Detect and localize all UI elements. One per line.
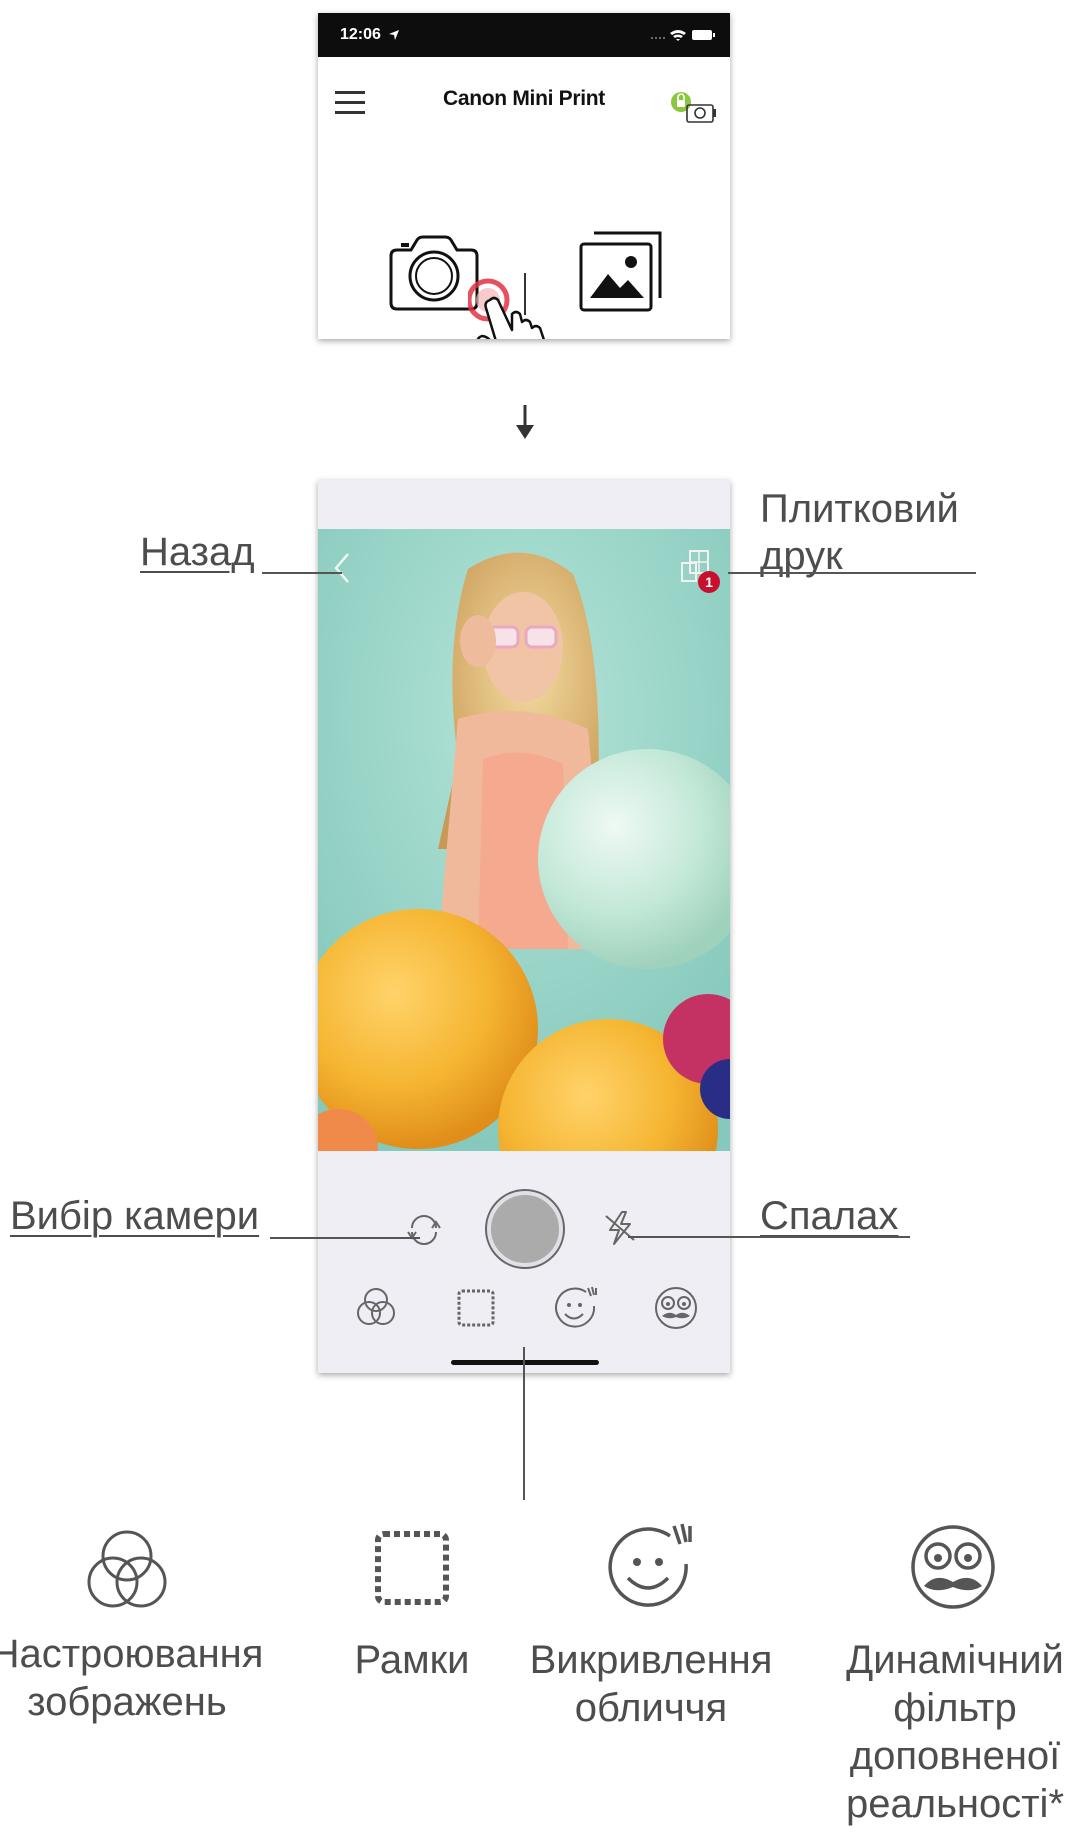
camera-preview: 1: [318, 529, 730, 1151]
home-screen: 12:06 Canon Mini Print: [318, 13, 730, 339]
location-arrow-icon: [389, 30, 399, 40]
photo-scene: [318, 529, 730, 1151]
app-title: Canon Mini Print: [442, 87, 606, 110]
flash-callout: Спалах: [760, 1194, 899, 1238]
flash-leader: [628, 1236, 910, 1238]
shutter-button[interactable]: [487, 1191, 563, 1267]
status-icons: [651, 30, 715, 41]
tile-count-badge: 1: [698, 571, 720, 593]
arrow-down-icon: [516, 405, 534, 439]
features-leader: [523, 1347, 525, 1500]
switch-camera-icon[interactable]: [404, 1210, 444, 1250]
tile-print-button[interactable]: 1: [680, 549, 720, 593]
back-callout: Назад: [140, 530, 255, 574]
frames-icon[interactable]: [454, 1286, 498, 1330]
adjustments-icon[interactable]: [354, 1286, 398, 1330]
feature-label-ar-filter: Динамічний фільтр доповненої реальності*: [845, 1638, 1065, 1826]
face-warp-icon: [608, 1523, 692, 1607]
camera-select-callout: Вибір камери: [10, 1194, 260, 1238]
face-warp-icon[interactable]: [552, 1284, 600, 1332]
feature-label-face-warp: Викривлення обличчя: [529, 1638, 773, 1730]
home-indicator: [451, 1360, 599, 1365]
mustache-face-icon: [911, 1525, 995, 1609]
tap-hand-icon: [468, 278, 545, 339]
feature-label-frames: Рамки: [354, 1638, 470, 1682]
status-bar: 12:06: [318, 13, 730, 57]
flash-off-icon[interactable]: [600, 1208, 640, 1248]
camera-screen: 1: [318, 480, 730, 1373]
ar-filter-icon[interactable]: [652, 1284, 700, 1332]
camera-select-leader: [270, 1237, 420, 1239]
back-leader: [262, 572, 342, 574]
tile-print-leader: [728, 572, 976, 574]
gallery-icon[interactable]: [576, 228, 666, 318]
feature-label-adjustments: Настроювання зображень: [0, 1632, 264, 1724]
status-time: 12:06: [340, 26, 381, 43]
frame-icon: [375, 1531, 449, 1605]
back-chevron-icon[interactable]: [332, 551, 352, 585]
overlapping-circles-icon: [87, 1530, 167, 1608]
tile-print-line1: Плитковий: [760, 487, 959, 531]
printer-connection-icon[interactable]: [670, 91, 718, 125]
tile-print-callout: Плитковий друк: [760, 486, 959, 580]
